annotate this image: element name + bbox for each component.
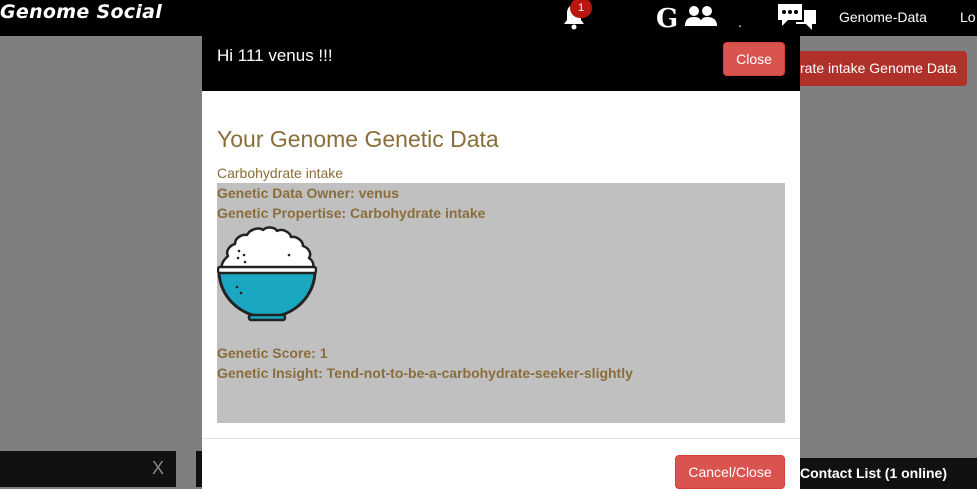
notification-badge: 1 xyxy=(570,0,592,18)
genome-data-modal: Hi 111 venus !!! Close Your Genome Genet… xyxy=(202,36,800,489)
modal-title: Hi 111 venus !!! xyxy=(217,46,333,65)
g-logo[interactable]: G xyxy=(656,4,678,34)
nav-link-logout[interactable]: Lo xyxy=(960,9,976,25)
owner-text: Genetic Data Owner: venus xyxy=(217,185,400,201)
nav-dot: . xyxy=(738,14,742,30)
genome-subtitle: Carbohydrate intake xyxy=(217,165,344,181)
section-title: Your Genome Genetic Data xyxy=(217,126,499,152)
close-button[interactable]: Close xyxy=(723,42,785,76)
brand-logo[interactable]: Genome Social xyxy=(0,1,162,23)
messages-icon[interactable] xyxy=(776,2,818,32)
rice-bowl-icon xyxy=(217,226,317,322)
score-text: Genetic Score: 1 xyxy=(217,345,328,361)
top-navbar: Genome Social 1 G . Genome-Data Lo xyxy=(0,0,977,36)
modal-footer-divider xyxy=(202,438,800,439)
cancel-close-button[interactable]: Cancel/Close xyxy=(675,455,785,489)
modal-header: Hi 111 venus !!! Close xyxy=(202,36,800,91)
nav-link-genome-data[interactable]: Genome-Data xyxy=(839,9,927,25)
propertise-text: Genetic Propertise: Carbohydrate intake xyxy=(217,205,486,221)
genetic-data-panel: Genetic Data Owner: venus Genetic Proper… xyxy=(217,183,785,423)
insight-text: Genetic Insight: Tend-not-to-be-a-carboh… xyxy=(217,365,633,381)
group-icon[interactable] xyxy=(684,4,718,28)
